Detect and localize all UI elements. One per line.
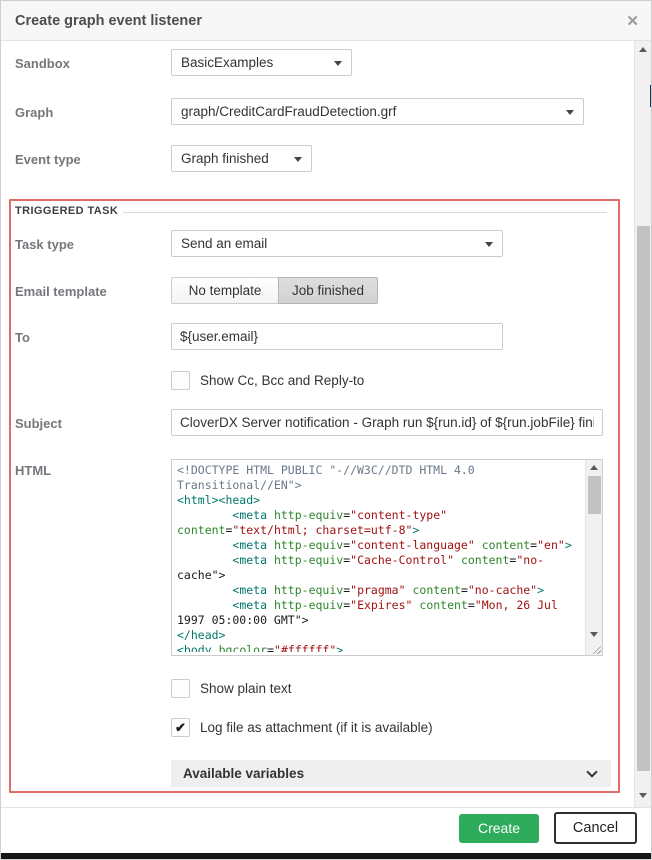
- editor-scrollbar-thumb[interactable]: [588, 476, 601, 514]
- caret-down-icon: [485, 242, 493, 247]
- available-variables-label: Available variables: [183, 766, 304, 781]
- bottom-edge: [1, 853, 652, 860]
- sandbox-select[interactable]: BasicExamples: [171, 49, 352, 76]
- show-plain-text-label: Show plain text: [200, 681, 292, 696]
- event-type-select-value: Graph finished: [181, 151, 269, 166]
- graph-select-value: graph/CreditCardFraudDetection.grf: [181, 104, 396, 119]
- dialog-header: Create graph event listener ✕: [1, 1, 652, 41]
- event-type-label: Event type: [15, 152, 81, 167]
- chevron-down-icon: [586, 766, 597, 777]
- dialog-title: Create graph event listener: [15, 13, 202, 29]
- show-cc-checkbox[interactable]: [171, 371, 190, 390]
- create-button[interactable]: Create: [459, 814, 539, 843]
- scroll-up-icon[interactable]: [590, 465, 598, 470]
- caret-down-icon: [294, 157, 302, 162]
- event-type-select[interactable]: Graph finished: [171, 145, 312, 172]
- html-code-editor[interactable]: <!DOCTYPE HTML PUBLIC "-//W3C//DTD HTML …: [171, 459, 603, 656]
- task-type-label: Task type: [15, 237, 74, 252]
- to-label: To: [15, 330, 30, 345]
- available-variables-toggle[interactable]: Available variables: [171, 760, 611, 787]
- triggered-task-legend: TRIGGERED TASK: [15, 205, 118, 217]
- html-label: HTML: [15, 463, 51, 478]
- sandbox-select-value: BasicExamples: [181, 55, 273, 70]
- editor-scrollbar[interactable]: [585, 460, 602, 655]
- job-finished-button[interactable]: Job finished: [278, 277, 378, 304]
- dialog-scrollbar[interactable]: [634, 41, 651, 807]
- subject-label: Subject: [15, 416, 62, 431]
- log-attachment-checkbox[interactable]: ✔: [171, 718, 190, 737]
- show-cc-label: Show Cc, Bcc and Reply-to: [200, 373, 364, 388]
- html-code-lines[interactable]: <!DOCTYPE HTML PUBLIC "-//W3C//DTD HTML …: [177, 463, 582, 652]
- scroll-up-icon[interactable]: [639, 47, 647, 52]
- show-plain-text-checkbox[interactable]: [171, 679, 190, 698]
- log-attachment-label: Log file as attachment (if it is availab…: [200, 720, 433, 735]
- no-template-button[interactable]: No template: [171, 277, 279, 304]
- caret-down-icon: [566, 110, 574, 115]
- scroll-down-icon[interactable]: [639, 793, 647, 798]
- caret-down-icon: [334, 61, 342, 66]
- task-type-select[interactable]: Send an email: [171, 230, 503, 257]
- task-type-select-value: Send an email: [181, 236, 267, 251]
- scroll-down-icon[interactable]: [590, 632, 598, 637]
- dialog-scrollbar-thumb[interactable]: [637, 226, 650, 771]
- email-template-label: Email template: [15, 284, 107, 299]
- close-icon[interactable]: ✕: [626, 12, 639, 30]
- sandbox-label: Sandbox: [15, 56, 70, 71]
- subject-input[interactable]: [171, 409, 603, 436]
- cancel-button[interactable]: Cancel: [554, 812, 637, 844]
- legend-divider: [123, 212, 607, 213]
- to-input[interactable]: [171, 323, 503, 350]
- create-graph-event-listener-dialog: Create graph event listener ✕ Sandbox Ba…: [0, 0, 652, 860]
- graph-select[interactable]: graph/CreditCardFraudDetection.grf: [171, 98, 584, 125]
- graph-label: Graph: [15, 105, 53, 120]
